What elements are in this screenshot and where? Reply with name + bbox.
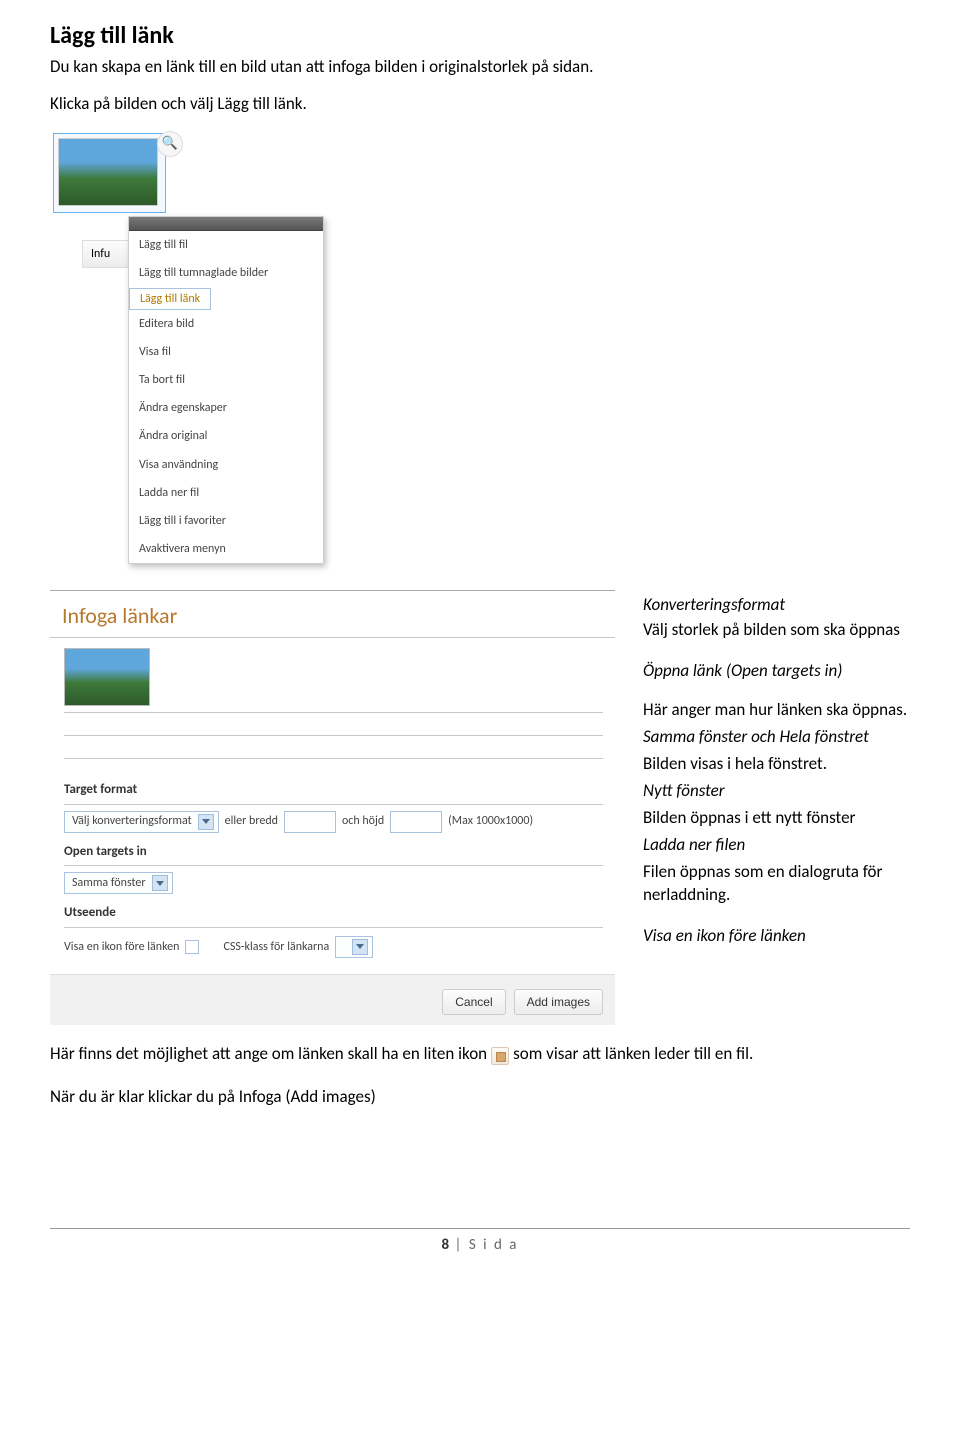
context-menu-handle[interactable] [129,217,323,231]
insert-links-dialog: Infoga länkar Target format Välj konvert… [50,590,615,1024]
menu-item-show-usage[interactable]: Visa användning [129,451,323,479]
label-and-height: och höjd [342,813,384,829]
thumbnail-bitmap [58,138,158,206]
menu-item-add-link[interactable]: Lägg till länk [129,288,211,310]
screenshot-context-menu: 🔍 Infu Lägg till fil Lägg till tumnaglad… [50,130,350,560]
aside-ladda-h: Ladda ner filen [643,834,908,857]
menu-item-delete-file[interactable]: Ta bort fil [129,366,323,394]
aside-nytt-h: Nytt fönster [643,780,908,803]
select-value: Samma fönster [72,875,146,891]
image-thumbnail[interactable]: 🔍 [53,133,166,213]
aside-samma-h: Samma fönster och Hela fönstret [643,726,908,749]
aside-konv-h: Konverteringsformat [643,594,908,617]
menu-item-show-file[interactable]: Visa fil [129,338,323,366]
dialog-title: Infoga länkar [50,590,615,637]
add-images-button[interactable]: Add images [514,989,603,1015]
intro-1: Du kan skapa en länk till en bild utan a… [50,56,910,79]
dialog-thumbnail[interactable] [64,648,150,706]
page-footer: 8 | S i d a [50,1228,910,1255]
trailing-paragraph: Här finns det möjlighet att ange om länk… [50,1043,910,1066]
insert-button-cut[interactable]: Infu [82,240,129,268]
select-open-target[interactable]: Samma fönster [64,872,173,894]
explanation-aside: Konverteringsformat Välj storlek på bild… [643,590,908,951]
label-target-format: Target format [64,781,603,799]
final-instruction: När du är klar klickar du på Infoga (Add… [50,1086,910,1109]
menu-item-deactivate[interactable]: Avaktivera menyn [129,535,323,563]
input-width[interactable] [284,811,336,833]
aside-open-h: Öppna länk (Open targets in) [643,660,908,683]
chevron-down-icon [152,875,168,891]
select-css-class[interactable] [335,936,373,958]
aside-samma-t: Bilden visas i hela fönstret. [643,753,908,776]
aside-konv-t: Välj storlek på bilden som ska öppnas [643,619,908,642]
menu-item-add-thumbs[interactable]: Lägg till tumnaglade bilder [129,259,323,287]
label-open-targets: Open targets in [64,843,603,861]
intro-2: Klicka på bilden och välj Lägg till länk… [50,93,910,116]
context-menu: Lägg till fil Lägg till tumnaglade bilde… [128,216,324,564]
menu-item-properties[interactable]: Ändra egenskaper [129,394,323,422]
magnifier-icon[interactable]: 🔍 [157,131,183,157]
label-css-class: CSS-klass för länkarna [223,939,329,955]
menu-item-change-original[interactable]: Ändra original [129,422,323,450]
page-title: Lägg till länk [50,20,910,52]
aside-ladda-t: Filen öppnas som en dialogruta för nerla… [643,861,908,907]
aside-visa-h: Visa en ikon före länken [643,925,908,948]
checkbox-show-icon[interactable] [185,940,199,954]
select-conversion-format[interactable]: Välj konverteringsformat [64,811,219,833]
menu-item-edit-image[interactable]: Editera bild [129,310,323,338]
label-or-width: eller bredd [225,813,278,829]
aside-nytt-t: Bilden öppnas i ett nytt fönster [643,807,908,830]
label-appearance: Utseende [64,904,603,922]
input-height[interactable] [390,811,442,833]
chevron-down-icon [352,939,368,955]
menu-item-add-file[interactable]: Lägg till fil [129,231,323,259]
trail-pre: Här finns det möjlighet att ange om länk… [50,1043,487,1066]
label-show-icon: Visa en ikon före länken [64,939,179,955]
chevron-down-icon [198,814,214,830]
aside-open-t: Här anger man hur länken ska öppnas. [643,699,908,722]
page-number: 8 [442,1236,450,1254]
menu-item-add-fav[interactable]: Lägg till i favoriter [129,507,323,535]
label-max-note: (Max 1000x1000) [448,813,533,829]
trail-post: som visar att länken leder till en fil. [513,1043,753,1066]
cancel-button[interactable]: Cancel [442,989,505,1015]
menu-item-download[interactable]: Ladda ner fil [129,479,323,507]
select-value: Välj konverteringsformat [72,813,192,829]
file-icon [491,1047,509,1065]
